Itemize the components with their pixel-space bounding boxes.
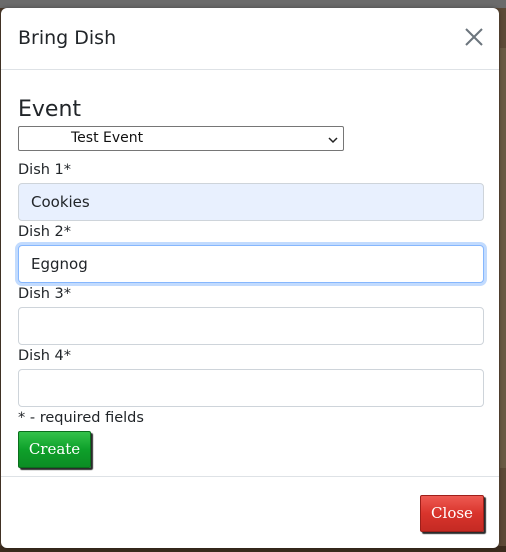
dish-3-input[interactable] <box>18 307 484 345</box>
dish-3-label: Dish 3* <box>18 286 72 302</box>
backdrop-edge-right <box>500 48 506 468</box>
event-label: Event <box>18 97 82 122</box>
dish-4-label: Dish 4* <box>18 348 72 364</box>
modal-body: Event Test Event Dish 1* Cookies Dish 2*… <box>1 70 499 476</box>
dish-2-label: Dish 2* <box>18 224 72 240</box>
create-button[interactable]: Create <box>18 431 91 468</box>
bring-dish-modal: Bring Dish Event Test Event Dish 1* Cook… <box>1 8 499 548</box>
event-select[interactable]: Test Event <box>18 126 344 151</box>
modal-title: Bring Dish <box>18 27 117 49</box>
dish-1-label: Dish 1* <box>18 162 72 178</box>
close-x-icon[interactable] <box>461 24 487 50</box>
chevron-down-icon <box>328 133 338 149</box>
dish-1-input[interactable]: Cookies <box>18 183 484 221</box>
close-button[interactable]: Close <box>420 495 484 532</box>
required-fields-note: * - required fields <box>18 410 144 426</box>
dish-2-input[interactable]: Eggnog <box>18 245 484 283</box>
modal-footer: Close <box>1 476 499 548</box>
dish-4-input[interactable] <box>18 369 484 407</box>
event-select-value: Test Event <box>71 130 144 146</box>
modal-header: Bring Dish <box>1 8 499 70</box>
